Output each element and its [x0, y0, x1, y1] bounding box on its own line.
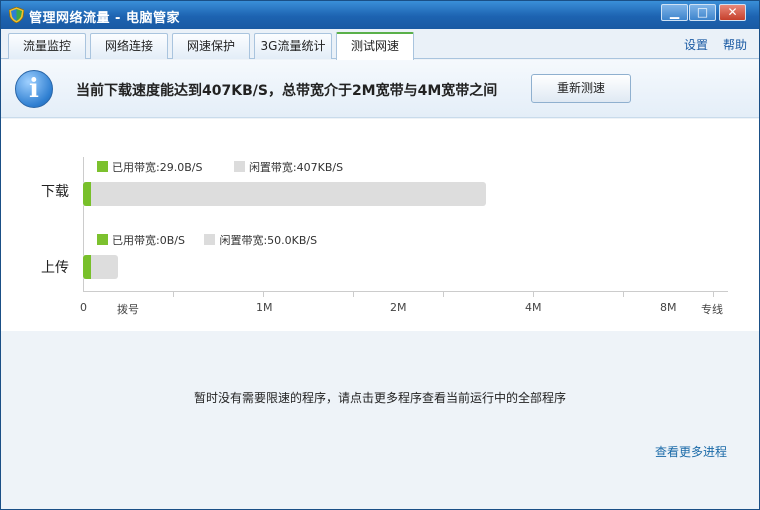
- used-swatch: [97, 234, 108, 245]
- download-used-label: 已用带宽:29.0B/S: [112, 161, 203, 174]
- tab-speed-test[interactable]: 测试网速: [336, 32, 414, 60]
- download-legend: 已用带宽:29.0B/S 闲置带宽:407KB/S: [97, 159, 359, 175]
- info-icon: i: [15, 70, 53, 108]
- axis-label-dedicated: 专线: [701, 303, 723, 316]
- bandwidth-chart: 已用带宽:29.0B/S 闲置带宽:407KB/S 下载 已用带宽:0B/S 闲…: [1, 119, 759, 331]
- axis-label-8m: 8M: [660, 301, 677, 314]
- upload-bar-used: [83, 255, 91, 279]
- upload-idle-label: 闲置带宽:50.0KB/S: [219, 234, 318, 247]
- settings-link[interactable]: 设置: [684, 36, 708, 53]
- minimize-button[interactable]: ▁: [661, 4, 688, 21]
- tab-network-connections[interactable]: 网络连接: [90, 33, 168, 59]
- axis-label-4m: 4M: [525, 301, 542, 314]
- maximize-button[interactable]: □: [689, 4, 716, 21]
- axis-tick: [443, 291, 444, 297]
- download-bar-used: [83, 182, 91, 206]
- upload-used-label: 已用带宽:0B/S: [112, 234, 185, 247]
- upload-label: 上传: [41, 260, 69, 276]
- axis-tick: [533, 291, 534, 297]
- axis-tick: [623, 291, 624, 297]
- retest-button[interactable]: 重新测速: [531, 74, 631, 103]
- help-link[interactable]: 帮助: [723, 36, 747, 53]
- speed-result-message: 当前下载速度能达到407KB/S，总带宽介于2M宽带与4M宽带之间: [76, 83, 498, 99]
- shield-icon: [9, 7, 24, 23]
- axis-tick: [713, 291, 714, 297]
- tab-3g-stats[interactable]: 3G流量统计: [254, 33, 332, 59]
- tab-bar: 流量监控 网络连接 网速保护 3G流量统计 测试网速 设置 帮助: [1, 29, 759, 60]
- close-button[interactable]: ✕: [719, 4, 746, 21]
- info-banner: i 当前下载速度能达到407KB/S，总带宽介于2M宽带与4M宽带之间 重新测速: [1, 60, 759, 118]
- chart-x-axis: [83, 291, 728, 292]
- axis-label-1m: 1M: [256, 301, 273, 314]
- axis-label-dialup: 拨号: [117, 303, 139, 316]
- upload-legend: 已用带宽:0B/S 闲置带宽:50.0KB/S: [97, 232, 333, 248]
- axis-tick: [353, 291, 354, 297]
- view-more-processes-link[interactable]: 查看更多进程: [655, 443, 727, 460]
- tab-traffic-monitor[interactable]: 流量监控: [8, 33, 86, 59]
- axis-tick: [173, 291, 174, 297]
- tab-speed-protection[interactable]: 网速保护: [172, 33, 250, 59]
- app-window: 管理网络流量 - 电脑管家 ▁ □ ✕ 流量监控 网络连接 网速保护 3G流量统…: [0, 0, 760, 510]
- download-bar-track: [83, 182, 486, 206]
- idle-swatch: [233, 161, 245, 172]
- program-list-area: 暂时没有需要限速的程序，请点击更多程序查看当前运行中的全部程序 查看更多进程: [1, 331, 759, 509]
- download-idle-label: 闲置带宽:407KB/S: [248, 161, 344, 174]
- download-label: 下载: [41, 184, 69, 200]
- title-bar[interactable]: 管理网络流量 - 电脑管家 ▁ □ ✕: [1, 1, 759, 29]
- empty-state-message: 暂时没有需要限速的程序，请点击更多程序查看当前运行中的全部程序: [193, 391, 566, 405]
- axis-tick: [263, 291, 264, 297]
- axis-label-2m: 2M: [390, 301, 407, 314]
- axis-label-0: 0: [80, 301, 87, 314]
- window-title: 管理网络流量 - 电脑管家: [29, 11, 180, 26]
- used-swatch: [97, 161, 108, 172]
- idle-swatch: [204, 234, 216, 245]
